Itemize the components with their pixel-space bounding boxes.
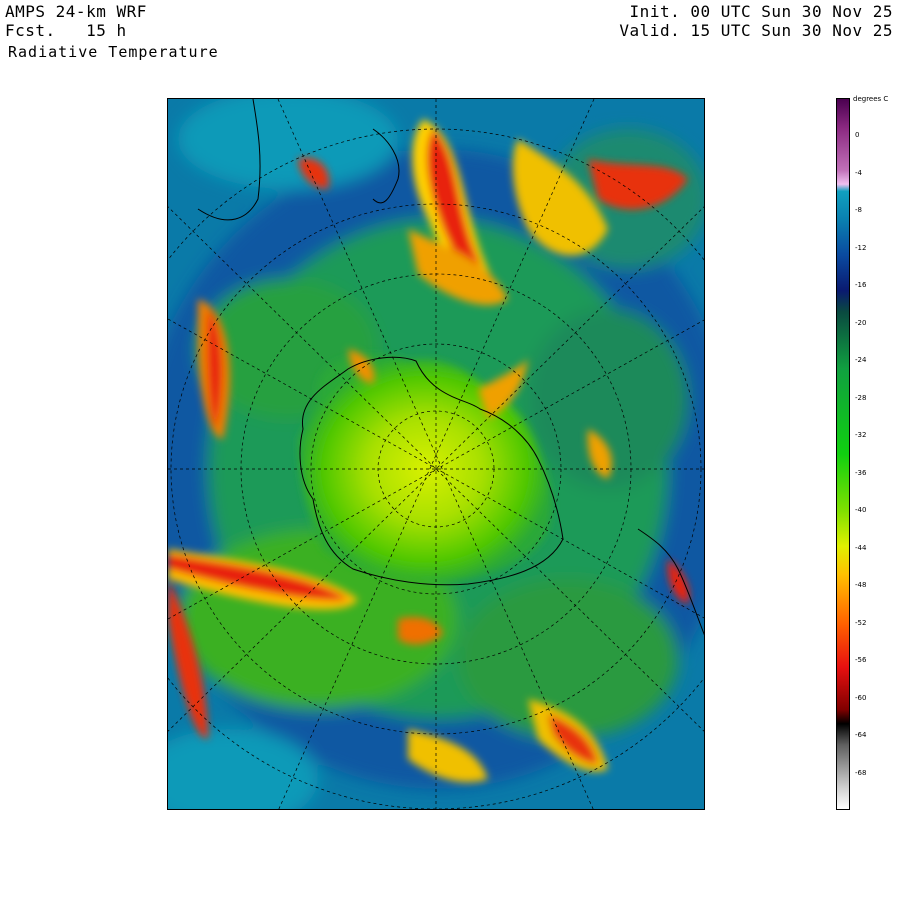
colorbar-tick-label: -32 xyxy=(855,431,867,440)
color-scale-bar xyxy=(836,98,850,810)
colorbar-tick-label: -52 xyxy=(855,618,867,627)
colorbar-tick-label: -20 xyxy=(855,318,867,327)
colorbar-tick-label: -44 xyxy=(855,543,867,552)
colorbar-tick-label: -28 xyxy=(855,393,867,402)
init-time: Init. 00 UTC Sun 30 Nov 25 xyxy=(629,2,893,21)
colorbar-tick-label: -16 xyxy=(855,281,867,290)
colorbar-tick-label: -40 xyxy=(855,506,867,515)
colorbar-tick-label: 0 xyxy=(855,131,860,140)
header-right: Init. 00 UTC Sun 30 Nov 25 Valid. 15 UTC… xyxy=(619,2,893,40)
colorbar-tick-label: -12 xyxy=(855,243,867,252)
colorbar-tick-label: -68 xyxy=(855,768,867,777)
forecast-hour: Fcst. 15 h xyxy=(5,21,127,40)
map-panel xyxy=(167,98,705,810)
colorbar-tick-label: -4 xyxy=(855,168,862,177)
header-left: AMPS 24-km WRF Fcst. 15 h xyxy=(5,2,147,40)
colorbar-tick-label: -56 xyxy=(855,656,867,665)
field-title: Radiative Temperature xyxy=(8,43,219,61)
colorbar-units: degrees C xyxy=(853,95,889,103)
temperature-map xyxy=(168,99,704,809)
colorbar-tick-label: -24 xyxy=(855,356,867,365)
colorbar-tick-label: -36 xyxy=(855,468,867,477)
colorbar-tick-label: -64 xyxy=(855,731,867,740)
colorbar-tick-label: -60 xyxy=(855,693,867,702)
colorbar-tick-label: -48 xyxy=(855,581,867,590)
colorbar-tick-label: -8 xyxy=(855,206,862,215)
valid-time: Valid. 15 UTC Sun 30 Nov 25 xyxy=(619,21,893,40)
model-title: AMPS 24-km WRF xyxy=(5,2,147,21)
